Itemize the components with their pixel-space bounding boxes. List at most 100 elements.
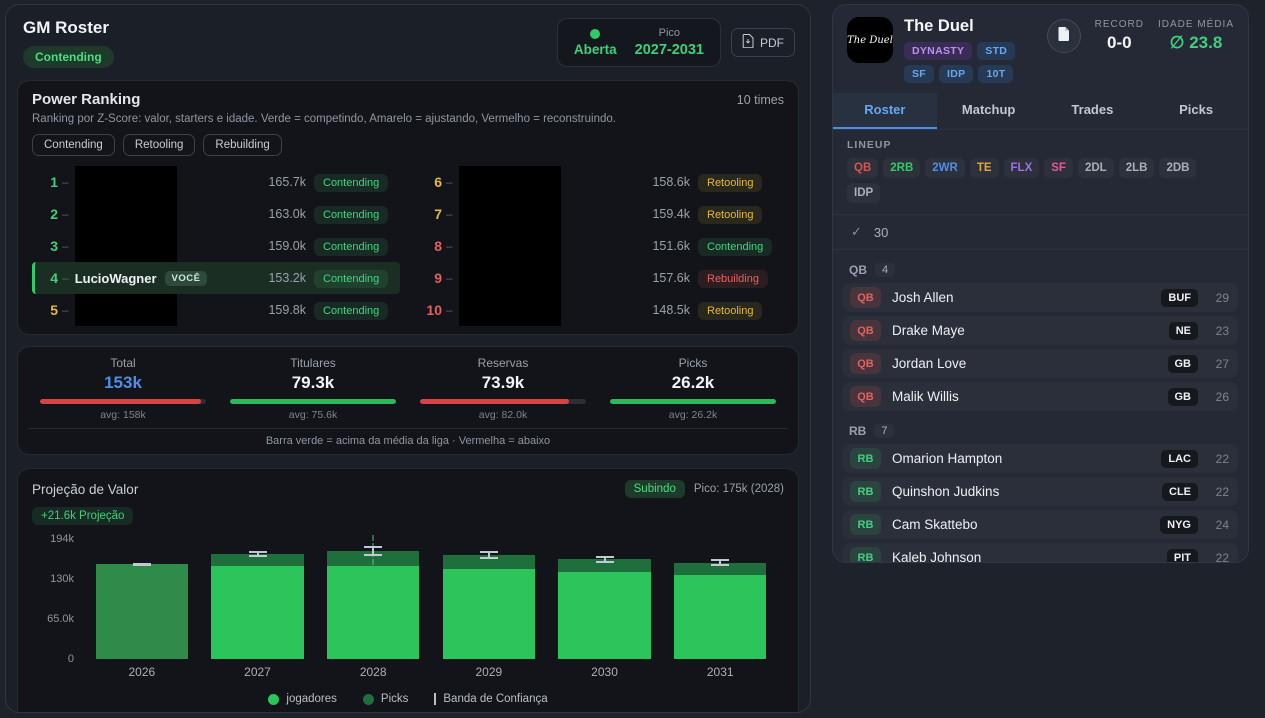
player-position-chip: RB: [850, 547, 881, 562]
ranking-row[interactable]: 10– 148.5k Retooling: [416, 294, 784, 326]
ranking-row[interactable]: 5– 159.8k Contending: [32, 294, 400, 326]
redacted-name: [74, 166, 177, 198]
rank-number: 3: [50, 238, 58, 254]
filter-contending-button[interactable]: Contending: [32, 134, 115, 156]
filter-rebuilding-button[interactable]: Rebuilding: [203, 134, 282, 156]
team-badge-idp: IDP: [939, 65, 974, 83]
pdf-export-button[interactable]: PDF: [731, 28, 795, 57]
record-block: RECORD 0-0: [1095, 19, 1144, 53]
team-value: 157.6k: [652, 271, 690, 285]
status-badge-cell: Contending: [314, 237, 400, 256]
error-bar-cap: [479, 556, 498, 559]
tab-matchup[interactable]: Matchup: [937, 93, 1041, 129]
x-tick-label: 2031: [706, 665, 734, 679]
chart-bar-slot: [547, 539, 663, 659]
tab-roster[interactable]: Roster: [833, 93, 937, 129]
team-name-cell: [458, 198, 634, 230]
bar-segment-jogadores: [442, 568, 536, 659]
team-panel: The Duel The Duel DYNASTY STD SF IDP 10T REC…: [832, 4, 1249, 563]
lineup-slot-sf[interactable]: SF: [1044, 158, 1073, 178]
team-name-cell: [74, 294, 250, 326]
stat-bar-fill: [610, 399, 776, 404]
redacted-name: [458, 198, 561, 230]
status-badge-cell: Contending: [314, 301, 400, 320]
ranking-row[interactable]: 4– LucioWagner VOCÊ 153.2k Contending: [32, 262, 400, 294]
player-name: Cam Skattebo: [892, 517, 978, 532]
lineup-slots: QB 2RB 2WR TE FLX SF 2DL 2LB 2DB IDP: [847, 158, 1234, 203]
redacted-name: [458, 230, 561, 262]
tab-trades[interactable]: Trades: [1041, 93, 1145, 129]
status-badge: Retooling: [698, 301, 763, 320]
lineup-slot-flx[interactable]: FLX: [1003, 158, 1040, 178]
player-team-badge: CLE: [1162, 482, 1198, 501]
stat-value: 26.2k: [671, 373, 715, 392]
player-name: Kaleb Johnson: [892, 550, 982, 563]
chart-bar-slot: [431, 539, 547, 659]
header-right: Aberta Pico 2027-2031 PDF: [556, 18, 795, 67]
stacked-bar-2026: [95, 564, 189, 659]
player-row[interactable]: RB Kaleb Johnson PIT 22: [843, 543, 1238, 563]
player-age: 29: [1215, 290, 1229, 305]
open-status-dot-icon: [590, 28, 601, 39]
check-icon: ✓: [851, 224, 862, 239]
y-tick-label: 130k: [50, 572, 74, 585]
rank-number: 4: [50, 270, 58, 286]
roster-count-row: ✓ 30: [833, 215, 1248, 250]
ranking-row[interactable]: 1– 165.7k Contending: [32, 166, 400, 198]
team-name-cell: [74, 198, 250, 230]
ranking-row[interactable]: 9– 157.6k Rebuilding: [416, 262, 784, 294]
redacted-name: [458, 262, 561, 294]
player-age: 24: [1215, 517, 1229, 532]
bar-segment-jogadores: [326, 566, 420, 659]
chart-plot-area: [84, 534, 784, 659]
legend-dot-icon: [268, 693, 280, 705]
power-ranking-card: Power Ranking 10 times Ranking por Z-Sco…: [17, 80, 799, 335]
y-tick-label: 0: [67, 653, 74, 665]
ranking-row[interactable]: 6– 158.6k Retooling: [416, 166, 784, 198]
lineup-slot-2wr[interactable]: 2WR: [925, 158, 965, 178]
stat-average: avg: 82.0k: [478, 409, 528, 421]
bar-segment-total: [95, 564, 189, 659]
lineup-label: LINEUP: [847, 139, 892, 151]
rank-dash: –: [62, 175, 69, 189]
player-team-badge: NE: [1168, 321, 1198, 340]
player-row[interactable]: RB Quinshon Judkins CLE 22: [843, 477, 1238, 506]
lineup-slot-qb[interactable]: QB: [847, 158, 879, 178]
player-row[interactable]: QB Jordan Love GB 27: [843, 349, 1238, 378]
rank-dash: –: [62, 271, 69, 285]
rank-number: 10: [426, 302, 442, 318]
player-name: Drake Maye: [892, 323, 965, 338]
player-row[interactable]: RB Cam Skattebo NYG 24: [843, 510, 1238, 539]
player-row[interactable]: QB Malik Willis GB 26: [843, 382, 1238, 411]
lineup-slot-idp[interactable]: IDP: [847, 183, 881, 203]
notes-button[interactable]: [1046, 19, 1081, 53]
lineup-slot-2dl[interactable]: 2DL: [1077, 158, 1114, 178]
stacked-bar-2027: [211, 553, 304, 659]
bar-segment-jogadores: [558, 571, 651, 659]
player-row[interactable]: RB Omarion Hampton LAC 22: [843, 444, 1238, 473]
ranking-row[interactable]: 3– 159.0k Contending: [32, 230, 400, 262]
lineup-slot-2lb[interactable]: 2LB: [1118, 158, 1155, 178]
filter-retooling-button[interactable]: Retooling: [122, 134, 196, 156]
lineup-slot-2rb[interactable]: 2RB: [883, 158, 921, 178]
lineup-slot-te[interactable]: TE: [969, 158, 999, 178]
rank-number: 9: [434, 270, 442, 286]
phase-badge: Contending: [23, 46, 114, 68]
rank-dash: –: [446, 239, 453, 253]
team-value: 163.0k: [268, 207, 306, 221]
team-name-cell: [458, 230, 634, 262]
tab-picks[interactable]: Picks: [1144, 93, 1248, 129]
stat-average: avg: 158k: [100, 409, 146, 421]
ranking-row[interactable]: 2– 163.0k Contending: [32, 198, 400, 230]
stat-total: Total 153k avg: 158k: [28, 356, 218, 421]
page-title: GM Roster: [23, 18, 109, 37]
ranking-row[interactable]: 7– 159.4k Retooling: [416, 198, 784, 230]
ranking-row[interactable]: 8– 151.6k Contending: [416, 230, 784, 262]
player-team-badge: GB: [1167, 354, 1198, 373]
x-tick-label: 2029: [475, 665, 503, 679]
rank-dash: –: [446, 303, 453, 317]
player-row[interactable]: QB Drake Maye NE 23: [843, 316, 1238, 345]
status-badge: Contending: [314, 237, 389, 256]
player-row[interactable]: QB Josh Allen BUF 29: [843, 283, 1238, 312]
lineup-slot-2db[interactable]: 2DB: [1159, 158, 1197, 178]
